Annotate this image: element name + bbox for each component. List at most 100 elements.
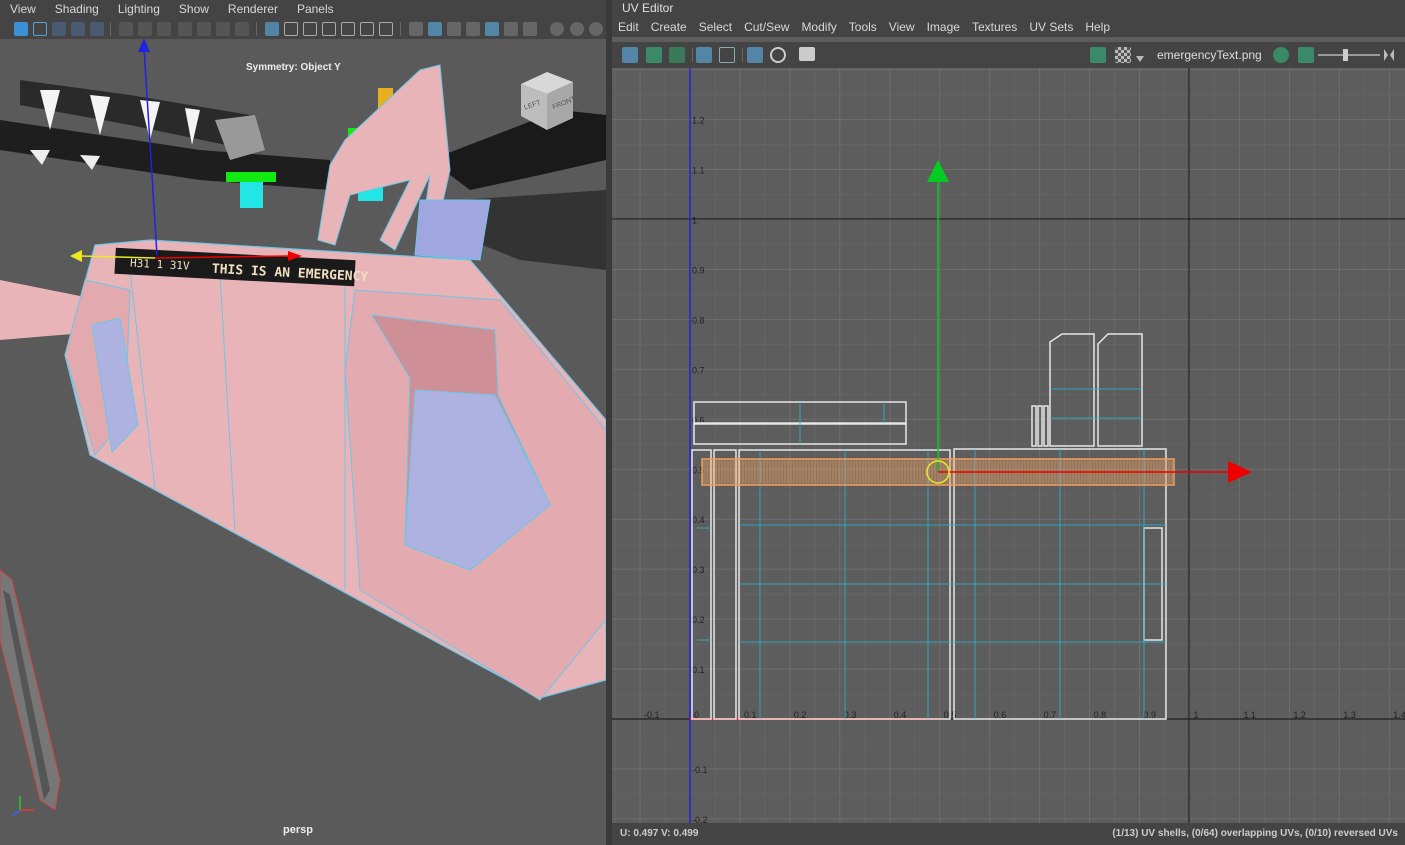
uv-checker-icon[interactable] bbox=[646, 47, 662, 63]
menu-image[interactable]: Image bbox=[921, 17, 966, 37]
resolution-gate-icon[interactable] bbox=[284, 22, 298, 36]
viewport-menubar: View Shading Lighting Show Renderer Pane… bbox=[0, 0, 606, 19]
uv-tick-label-v: -0.1 bbox=[692, 765, 708, 775]
uv-tick-label-u: -0.1 bbox=[644, 710, 660, 720]
uv-tick-label-v: 0.7 bbox=[692, 365, 705, 375]
viewport-panel[interactable]: View Shading Lighting Show Renderer Pane… bbox=[0, 0, 606, 845]
exposure-slider[interactable] bbox=[1318, 49, 1380, 61]
manipulator-z-arrow[interactable] bbox=[138, 39, 150, 52]
lights-icon[interactable] bbox=[523, 22, 537, 36]
menu-select[interactable]: Select bbox=[693, 17, 738, 37]
shadows-icon[interactable] bbox=[550, 22, 564, 36]
display-image-icon[interactable] bbox=[1090, 47, 1106, 63]
wireframe-icon[interactable] bbox=[409, 22, 423, 36]
toolbar-separator bbox=[742, 48, 743, 62]
film-gate-icon[interactable] bbox=[197, 22, 211, 36]
motion-blur-icon[interactable] bbox=[589, 22, 603, 36]
uv-shell-icon[interactable] bbox=[622, 47, 638, 63]
camera-attributes-icon[interactable] bbox=[33, 22, 47, 36]
menu-view[interactable]: View bbox=[0, 0, 45, 19]
green-block bbox=[226, 172, 276, 182]
toolbar-separator bbox=[692, 48, 693, 62]
ambient-occlusion-icon[interactable] bbox=[570, 22, 584, 36]
2d-pan-zoom-icon[interactable] bbox=[90, 22, 104, 36]
snapshot-icon[interactable] bbox=[157, 22, 171, 36]
safe-title-icon[interactable] bbox=[360, 22, 374, 36]
exposure-icon[interactable] bbox=[1273, 47, 1289, 63]
texture-borders-icon[interactable] bbox=[696, 47, 712, 63]
uv-tick-label-u: 1.4 bbox=[1393, 710, 1405, 720]
uv-grid bbox=[612, 68, 1405, 823]
bottom-left-shadow bbox=[3, 590, 50, 800]
menu-textures[interactable]: Textures bbox=[966, 17, 1023, 37]
uv-tick-label-v: 0.9 bbox=[692, 265, 705, 275]
bookmark-flag-icon[interactable] bbox=[178, 22, 192, 36]
smooth-shade-icon[interactable] bbox=[428, 22, 442, 36]
uv-tick-label-v: 0.4 bbox=[692, 515, 705, 525]
menu-help[interactable]: Help bbox=[1079, 17, 1116, 37]
frame-window bbox=[414, 199, 491, 261]
camera-snapshot-icon[interactable] bbox=[799, 47, 815, 61]
select-camera-icon[interactable] bbox=[14, 22, 28, 36]
image-plane-icon[interactable] bbox=[71, 22, 85, 36]
image-name[interactable]: emergencyText.png bbox=[1157, 48, 1262, 62]
uv-status-bar: U: 0.497 V: 0.499 (1/13) UV shells, (0/6… bbox=[612, 823, 1405, 845]
viewport-canvas[interactable]: H31 1 31V THIS IS AN EMERGENCY bbox=[0, 39, 606, 845]
text-icon[interactable] bbox=[379, 22, 393, 36]
menu-create[interactable]: Create bbox=[645, 17, 693, 37]
menu-renderer[interactable]: Renderer bbox=[218, 0, 287, 19]
uv-manip-u-arrow[interactable] bbox=[1228, 461, 1252, 483]
shaded-uv-icon[interactable] bbox=[770, 47, 786, 63]
uv-tick-label-u: 1.1 bbox=[1243, 710, 1256, 720]
bookmark-icon[interactable] bbox=[52, 22, 66, 36]
uv-tick-label-v: 0.3 bbox=[692, 565, 705, 575]
viewport-toolbar bbox=[0, 19, 606, 39]
uv-manip-v-arrow[interactable] bbox=[927, 160, 949, 182]
uv-canvas[interactable]: -0.1 0 0.1 0.2 0.3 0.4 0.5 0.6 0.7 0.8 0.9 1 1.1 1.2 1… bbox=[612, 68, 1405, 823]
menu-show[interactable]: Show bbox=[169, 0, 218, 19]
toolbar-separator bbox=[110, 22, 111, 36]
camera-icon[interactable] bbox=[119, 22, 133, 36]
field-chart-icon[interactable] bbox=[322, 22, 336, 36]
menu-modify[interactable]: Modify bbox=[795, 17, 842, 37]
camera-label: persp bbox=[283, 824, 313, 836]
uv-editor-panel[interactable]: UV Editor Edit Create Select Cut/Sew Mod… bbox=[612, 0, 1405, 845]
brush-icon[interactable] bbox=[235, 22, 249, 36]
pencil-icon[interactable] bbox=[216, 22, 230, 36]
textured-icon[interactable] bbox=[466, 22, 480, 36]
backface-icon[interactable] bbox=[504, 22, 518, 36]
grid-icon[interactable] bbox=[265, 22, 279, 36]
uv-menubar: Edit Create Select Cut/Sew Modify Tools … bbox=[612, 17, 1405, 37]
safe-action-icon[interactable] bbox=[341, 22, 355, 36]
chevron-down-icon[interactable] bbox=[1136, 51, 1144, 62]
menu-uv-sets[interactable]: UV Sets bbox=[1023, 17, 1079, 37]
menu-lighting[interactable]: Lighting bbox=[108, 0, 169, 19]
uv-tick-label-v: 0.2 bbox=[692, 615, 705, 625]
lock-camera-icon[interactable] bbox=[138, 22, 152, 36]
menu-edit[interactable]: Edit bbox=[612, 17, 645, 37]
xray-icon[interactable] bbox=[485, 22, 499, 36]
uv-tick-label-v: -0.2 bbox=[692, 815, 708, 823]
uv-tick-label-v: 0.8 bbox=[692, 315, 705, 325]
menu-shading[interactable]: Shading bbox=[45, 0, 108, 19]
menu-view[interactable]: View bbox=[883, 17, 921, 37]
gamma-icon[interactable] bbox=[1298, 47, 1314, 63]
menu-panels[interactable]: Panels bbox=[287, 0, 343, 19]
bg-stripe bbox=[30, 150, 50, 165]
uv-shells[interactable] bbox=[691, 333, 1167, 720]
wireframe-on-shaded-icon[interactable] bbox=[447, 22, 461, 36]
more-tools-icon[interactable] bbox=[1382, 47, 1396, 63]
toolbar-separator bbox=[256, 22, 257, 36]
menu-cut-sew[interactable]: Cut/Sew bbox=[738, 17, 795, 37]
exposure-slider-handle[interactable] bbox=[1343, 49, 1348, 61]
gate-mask-icon[interactable] bbox=[303, 22, 317, 36]
cyan-block bbox=[240, 182, 263, 208]
uv-tick-label-v: 1.2 bbox=[692, 116, 705, 126]
uv-distortion-icon[interactable] bbox=[669, 47, 685, 63]
manipulator-x-arrow[interactable] bbox=[70, 250, 82, 262]
menu-tools[interactable]: Tools bbox=[843, 17, 883, 37]
checker-tile-icon[interactable] bbox=[1115, 47, 1131, 63]
image-range-icon[interactable] bbox=[719, 47, 735, 63]
uv-grid-icon[interactable] bbox=[747, 47, 763, 63]
view-cube[interactable]: LEFT FRONT bbox=[515, 70, 579, 134]
